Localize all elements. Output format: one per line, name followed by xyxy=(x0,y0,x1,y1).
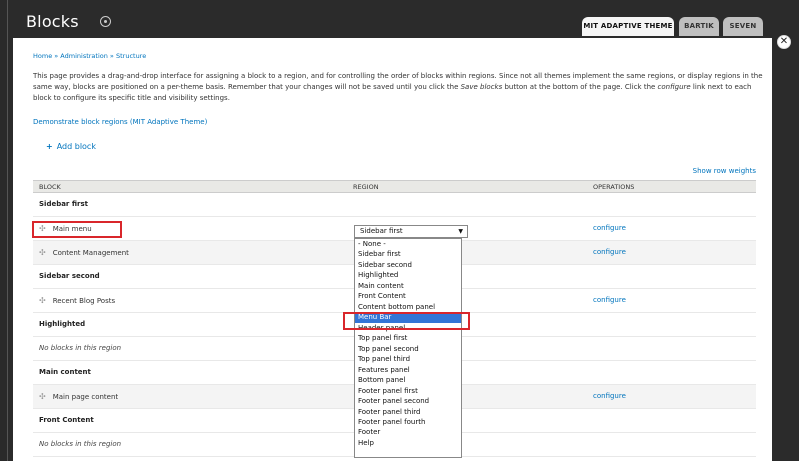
dropdown-option[interactable]: Footer xyxy=(355,427,461,437)
dropdown-arrow-icon: ▼ xyxy=(458,228,463,235)
left-edge-strip xyxy=(0,0,8,461)
dropdown-option[interactable]: Footer panel fourth xyxy=(355,417,461,427)
dropdown-option[interactable]: Features panel xyxy=(355,365,461,375)
admin-frame: Blocks MIT ADAPTIVE THEME BARTIK SEVEN ✕… xyxy=(0,0,799,461)
tab-bartik[interactable]: BARTIK xyxy=(679,17,719,36)
demonstrate-regions-link[interactable]: Demonstrate block regions (MIT Adaptive … xyxy=(33,118,207,126)
empty-region-message: No blocks in this region xyxy=(39,344,122,352)
region-select-value: Sidebar first xyxy=(360,227,403,235)
dropdown-option[interactable]: Sidebar second xyxy=(355,260,461,270)
header-operations: OPERATIONS xyxy=(593,183,635,191)
block-name: ✣ Main page content xyxy=(39,392,118,401)
region-select[interactable]: Sidebar first ▼ xyxy=(354,225,468,238)
header-block: BLOCK xyxy=(39,183,61,191)
dropdown-option[interactable]: Top panel third xyxy=(355,354,461,364)
drag-handle-icon[interactable]: ✣ xyxy=(39,392,46,401)
description-text-2: button at the bottom of the page. Click … xyxy=(502,82,658,91)
block-name: ✣ Content Management xyxy=(39,248,129,257)
region-title: Sidebar first xyxy=(39,200,88,208)
dropdown-option[interactable]: Footer panel first xyxy=(355,386,461,396)
description-configure: configure xyxy=(657,82,691,91)
dropdown-option[interactable]: - None - xyxy=(355,239,461,249)
highlight-box-main-menu xyxy=(32,221,122,238)
region-title: Sidebar second xyxy=(39,272,100,280)
dropdown-option[interactable]: Footer panel third xyxy=(355,407,461,417)
drag-handle-icon[interactable]: ✣ xyxy=(39,296,46,305)
tab-seven[interactable]: SEVEN xyxy=(723,17,763,36)
dropdown-option[interactable]: Bottom panel xyxy=(355,375,461,385)
configure-link[interactable]: configure xyxy=(593,224,626,232)
shortcut-star-icon[interactable] xyxy=(100,16,111,27)
dropdown-option[interactable]: Front Content xyxy=(355,291,461,301)
table-header: BLOCK REGION OPERATIONS xyxy=(33,180,756,193)
region-title: Front Content xyxy=(39,416,94,424)
block-name: ✣ Recent Blog Posts xyxy=(39,296,115,305)
breadcrumb[interactable]: Home » Administration » Structure xyxy=(33,52,146,60)
plus-icon: + xyxy=(46,142,53,151)
dropdown-option[interactable]: Main content xyxy=(355,281,461,291)
configure-link[interactable]: configure xyxy=(593,392,626,400)
description-save-blocks: Save blocks xyxy=(460,82,503,91)
tab-mit-adaptive-theme[interactable]: MIT ADAPTIVE THEME xyxy=(582,17,674,36)
empty-region-message: No blocks in this region xyxy=(39,440,122,448)
block-label: Content Management xyxy=(52,249,129,257)
block-label: Main page content xyxy=(52,393,119,401)
dropdown-option[interactable]: Sidebar first xyxy=(355,249,461,259)
region-title: Main content xyxy=(39,368,91,376)
close-overlay-icon[interactable]: ✕ xyxy=(777,35,791,49)
highlight-box-menu-bar xyxy=(343,312,470,330)
dropdown-option[interactable]: Content bottom panel xyxy=(355,302,461,312)
dropdown-option[interactable]: Help xyxy=(355,438,461,448)
block-label: Recent Blog Posts xyxy=(52,297,116,305)
show-row-weights-link[interactable]: Show row weights xyxy=(693,167,756,175)
configure-link[interactable]: configure xyxy=(593,296,626,304)
add-block-link[interactable]: + Add block xyxy=(46,142,96,151)
region-title: Highlighted xyxy=(39,320,86,328)
region-dropdown-list: - None - Sidebar first Sidebar second Hi… xyxy=(354,238,462,458)
header-region: REGION xyxy=(353,183,379,191)
dropdown-option[interactable]: Top panel first xyxy=(355,333,461,343)
dropdown-option[interactable]: Footer panel second xyxy=(355,396,461,406)
drag-handle-icon[interactable]: ✣ xyxy=(39,248,46,257)
page-description: This page provides a drag-and-drop inter… xyxy=(33,71,763,103)
page-title: Blocks xyxy=(26,12,79,31)
table-row-region: Sidebar first xyxy=(33,193,756,217)
dropdown-option[interactable]: Highlighted xyxy=(355,270,461,280)
add-block-label: Add block xyxy=(56,142,96,151)
dropdown-option[interactable]: Top panel second xyxy=(355,344,461,354)
configure-link[interactable]: configure xyxy=(593,248,626,256)
